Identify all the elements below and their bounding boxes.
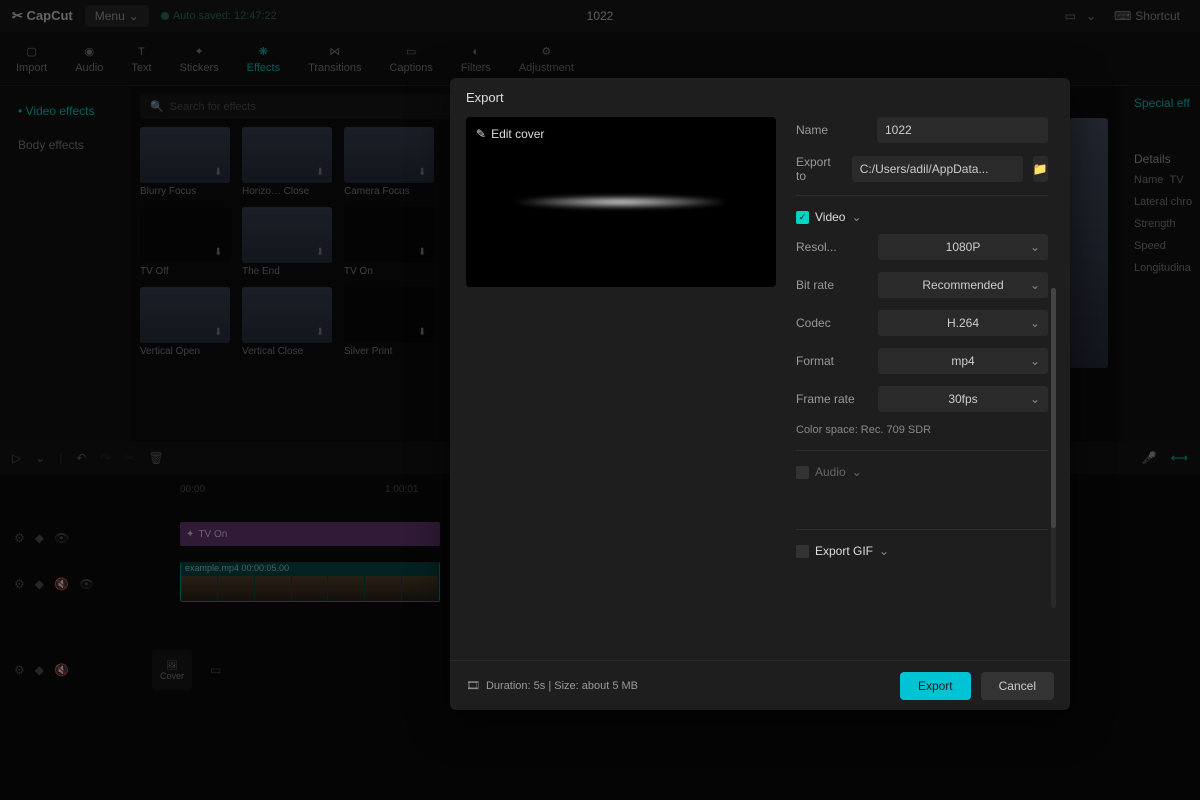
cancel-button[interactable]: Cancel <box>981 672 1054 700</box>
gif-checkbox[interactable] <box>796 545 809 558</box>
video-section-header[interactable]: ✓Video⌄ <box>796 210 1048 224</box>
video-checkbox[interactable]: ✓ <box>796 211 809 224</box>
exportto-input[interactable] <box>852 156 1023 182</box>
chevron-down-icon: ⌄ <box>851 210 861 224</box>
fps-select[interactable]: 30fps <box>878 386 1048 412</box>
audio-section-header[interactable]: Audio⌄ <box>796 465 1048 479</box>
edit-cover-button[interactable]: ✎Edit cover <box>476 127 544 141</box>
codec-label: Codec <box>796 316 868 330</box>
browse-folder-button[interactable]: 📁 <box>1033 156 1048 182</box>
resolution-select[interactable]: 1080P <box>878 234 1048 260</box>
export-info: 🎞Duration: 5s | Size: about 5 MB <box>466 679 638 692</box>
name-input[interactable] <box>877 117 1048 143</box>
gif-section-header[interactable]: Export GIF⌄ <box>796 544 1048 558</box>
chevron-down-icon: ⌄ <box>852 465 862 479</box>
export-button[interactable]: Export <box>900 672 971 700</box>
resolution-label: Resol... <box>796 240 868 254</box>
pencil-icon: ✎ <box>476 127 486 141</box>
exportto-label: Export to <box>796 155 842 183</box>
audio-checkbox[interactable] <box>796 466 809 479</box>
bitrate-select[interactable]: Recommended <box>878 272 1048 298</box>
chevron-down-icon: ⌄ <box>879 544 889 558</box>
format-label: Format <box>796 354 868 368</box>
codec-select[interactable]: H.264 <box>878 310 1048 336</box>
name-label: Name <box>796 123 867 137</box>
export-dialog: Export ✎Edit cover Name Export to 📁 ✓Vid… <box>450 78 1070 710</box>
film-icon: 🎞 <box>466 679 480 692</box>
dialog-scrollbar[interactable] <box>1051 288 1056 608</box>
folder-icon: 📁 <box>1033 162 1048 176</box>
colorspace-info: Color space: Rec. 709 SDR <box>796 424 1048 436</box>
dialog-title: Export <box>450 78 1070 117</box>
cover-preview[interactable]: ✎Edit cover <box>466 117 776 287</box>
fps-label: Frame rate <box>796 392 868 406</box>
format-select[interactable]: mp4 <box>878 348 1048 374</box>
bitrate-label: Bit rate <box>796 278 868 292</box>
